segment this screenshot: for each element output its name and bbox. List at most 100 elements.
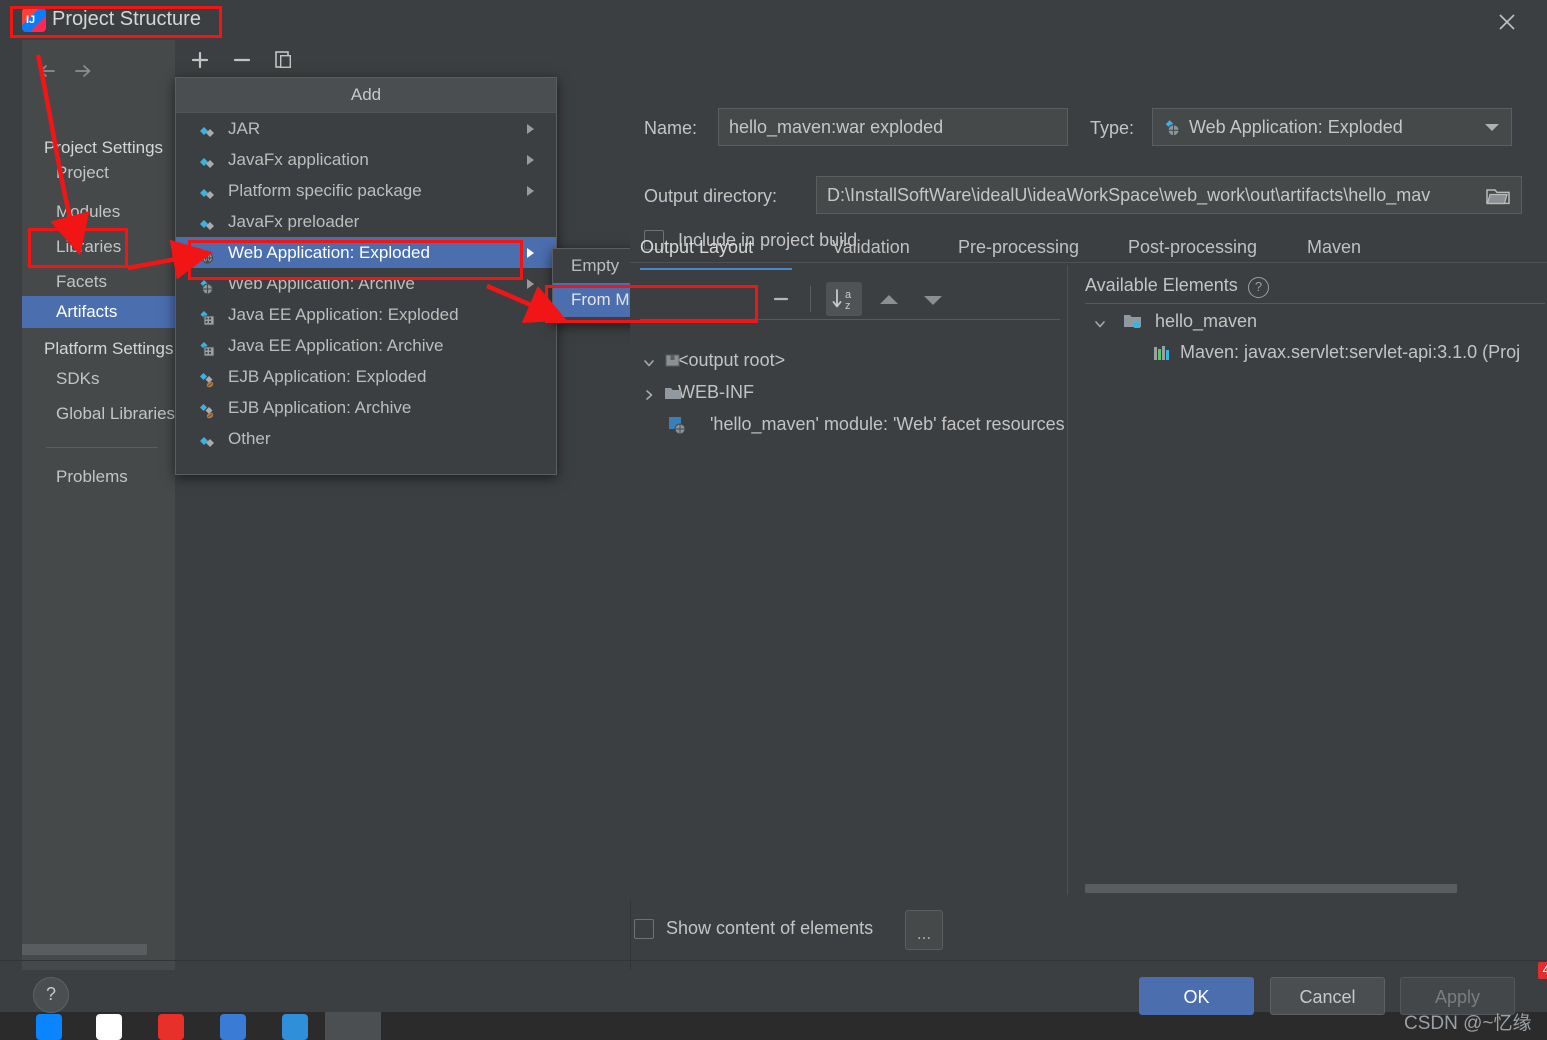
menu-item-label: Java EE Application: Archive xyxy=(228,336,444,355)
dialog-title: Project Structure xyxy=(52,8,201,30)
sidebar-item-modules[interactable]: Modules xyxy=(22,196,175,228)
javafx-icon xyxy=(198,213,216,231)
add-artifact-menu: Add JAR JavaFx application Platform spec… xyxy=(175,77,557,475)
javaee-icon xyxy=(198,337,216,357)
sidebar-item-global-libraries[interactable]: Global Libraries xyxy=(22,398,175,430)
help-circle-icon[interactable]: ? xyxy=(1248,277,1269,298)
chevron-down-icon xyxy=(1485,124,1499,131)
platform-icon xyxy=(198,182,216,200)
menu-item-jar[interactable]: JAR xyxy=(176,113,556,144)
forward-arrow-icon[interactable] xyxy=(70,58,96,84)
taskbar-app-icon[interactable] xyxy=(220,1014,246,1040)
back-arrow-icon[interactable] xyxy=(34,58,60,84)
available-tree-row[interactable]: Maven: javax.servlet:servlet-api:3.1.0 (… xyxy=(1154,342,1521,363)
cancel-button[interactable]: Cancel xyxy=(1270,977,1385,1015)
tree-row[interactable]: <output root> xyxy=(644,350,785,371)
minus-icon[interactable] xyxy=(227,46,257,74)
chevron-right-icon[interactable] xyxy=(642,386,656,400)
tab-pre-processing[interactable]: Pre-processing xyxy=(958,230,1079,264)
close-icon[interactable] xyxy=(1490,6,1524,36)
csdn-watermark: CSDN @~忆缘 xyxy=(1404,1013,1532,1034)
tab-maven[interactable]: Maven xyxy=(1307,230,1361,264)
tab-output-layout[interactable]: Output Layout xyxy=(640,230,753,264)
menu-item-label: JavaFx application xyxy=(228,150,369,169)
sidebar-horizontal-scrollbar[interactable] xyxy=(22,944,147,955)
sort-az-icon[interactable]: a z xyxy=(826,282,862,316)
sidebar-item-libraries[interactable]: Libraries xyxy=(22,231,175,263)
other-icon xyxy=(198,430,216,448)
toolbar-separator xyxy=(810,286,811,312)
menu-item-javafx-application[interactable]: JavaFx application xyxy=(176,144,556,175)
ejb-icon xyxy=(198,368,216,388)
sidebar-item-project[interactable]: Project xyxy=(22,157,175,189)
copy-icon[interactable] xyxy=(269,46,299,74)
menu-item-javafx-preloader[interactable]: JavaFx preloader xyxy=(176,206,556,237)
web-app-icon xyxy=(198,244,216,264)
menu-item-java-ee-application-archive[interactable]: Java EE Application: Archive xyxy=(176,330,556,361)
details-horizontal-divider xyxy=(630,262,1547,263)
available-elements-scrollbar-thumb[interactable] xyxy=(1085,884,1457,893)
tree-row[interactable]: WEB-INF xyxy=(646,382,754,403)
menu-item-other[interactable]: Other xyxy=(176,423,556,454)
chevron-down-icon[interactable] xyxy=(1093,315,1107,329)
javafx-icon xyxy=(198,151,216,169)
menu-item-label: JavaFx preloader xyxy=(228,212,360,231)
chevron-down-icon[interactable] xyxy=(642,354,656,368)
menu-item-platform-specific-package[interactable]: Platform specific package xyxy=(176,175,556,206)
tree-row[interactable]: 'hello_maven' module: 'Web' facet resour… xyxy=(669,414,1065,435)
artifact-name-input[interactable]: hello_maven:war exploded xyxy=(718,108,1068,146)
help-button[interactable]: ? xyxy=(33,977,69,1013)
taskbar-app-icon[interactable] xyxy=(282,1014,308,1040)
web-app-icon xyxy=(198,275,216,295)
menu-item-label: EJB Application: Exploded xyxy=(228,367,427,386)
sidebar-divider xyxy=(46,447,158,448)
show-content-of-elements-checkbox[interactable] xyxy=(634,919,654,939)
taskbar-app-icon[interactable] xyxy=(158,1014,184,1040)
menu-item-java-ee-application-exploded[interactable]: Java EE Application: Exploded xyxy=(176,299,556,330)
sidebar-item-sdks[interactable]: SDKs xyxy=(22,363,175,395)
arrow-down-icon[interactable] xyxy=(916,284,950,321)
panes-splitter[interactable] xyxy=(1067,265,1068,895)
chevron-right-icon xyxy=(527,155,534,165)
menu-item-label: EJB Application: Archive xyxy=(228,398,412,417)
javaee-icon xyxy=(198,306,216,326)
output-layout-divider xyxy=(640,319,1060,320)
artifact-type-dropdown[interactable]: Web Application: Exploded xyxy=(1152,108,1512,146)
taskbar-app-icon[interactable] xyxy=(36,1014,62,1040)
tab-validation[interactable]: Validation xyxy=(832,230,910,264)
arrow-up-icon[interactable] xyxy=(872,284,906,321)
sidebar-item-facets[interactable]: Facets xyxy=(22,266,175,298)
menu-item-web-application-exploded[interactable]: Web Application: Exploded xyxy=(176,237,556,268)
available-elements-title: Available Elements xyxy=(1085,275,1238,295)
folder-icon[interactable] xyxy=(1485,186,1511,211)
minus-icon[interactable] xyxy=(766,284,796,319)
ok-button[interactable]: OK xyxy=(1139,977,1254,1015)
library-icon xyxy=(1152,344,1172,367)
plus-icon[interactable] xyxy=(185,46,215,74)
artifacts-toolbar xyxy=(175,40,630,78)
notification-badge: 4 xyxy=(1538,962,1547,979)
more-options-button[interactable]: ... xyxy=(905,910,943,950)
menu-item-ejb-application-archive[interactable]: EJB Application: Archive xyxy=(176,392,556,423)
taskbar-active-app-highlight[interactable] xyxy=(325,1012,381,1040)
intellij-idea-icon xyxy=(22,8,46,32)
taskbar-app-icon[interactable] xyxy=(96,1014,122,1040)
type-label: Type: xyxy=(1090,118,1135,138)
project-structure-dialog: Project Structure Project Settings Proje… xyxy=(0,0,1547,1015)
add-menu-title: Add xyxy=(176,78,556,113)
menu-item-label: Java EE Application: Exploded xyxy=(228,305,459,324)
available-tree-label: Maven: javax.servlet:servlet-api:3.1.0 (… xyxy=(1180,342,1521,362)
output-directory-input[interactable]: D:\InstallSoftWare\idealU\ideaWorkSpace\… xyxy=(816,176,1522,214)
menu-item-ejb-application-exploded[interactable]: EJB Application: Exploded xyxy=(176,361,556,392)
tree-label: 'hello_maven' module: 'Web' facet resour… xyxy=(710,414,1065,434)
chevron-right-icon xyxy=(527,186,534,196)
details-tabs: Output Layout Validation Pre-processing … xyxy=(640,230,1525,270)
available-elements-divider xyxy=(1085,303,1545,304)
sidebar-item-artifacts[interactable]: Artifacts xyxy=(22,296,197,328)
menu-item-web-application-archive[interactable]: Web Application: Archive xyxy=(176,268,556,299)
tab-post-processing[interactable]: Post-processing xyxy=(1128,230,1257,264)
available-tree-row[interactable]: hello_maven xyxy=(1095,311,1257,332)
artifact-type-value: Web Application: Exploded xyxy=(1189,117,1403,137)
sidebar-item-problems[interactable]: Problems xyxy=(22,461,175,493)
output-layout-toolbar: a z xyxy=(640,280,1070,320)
